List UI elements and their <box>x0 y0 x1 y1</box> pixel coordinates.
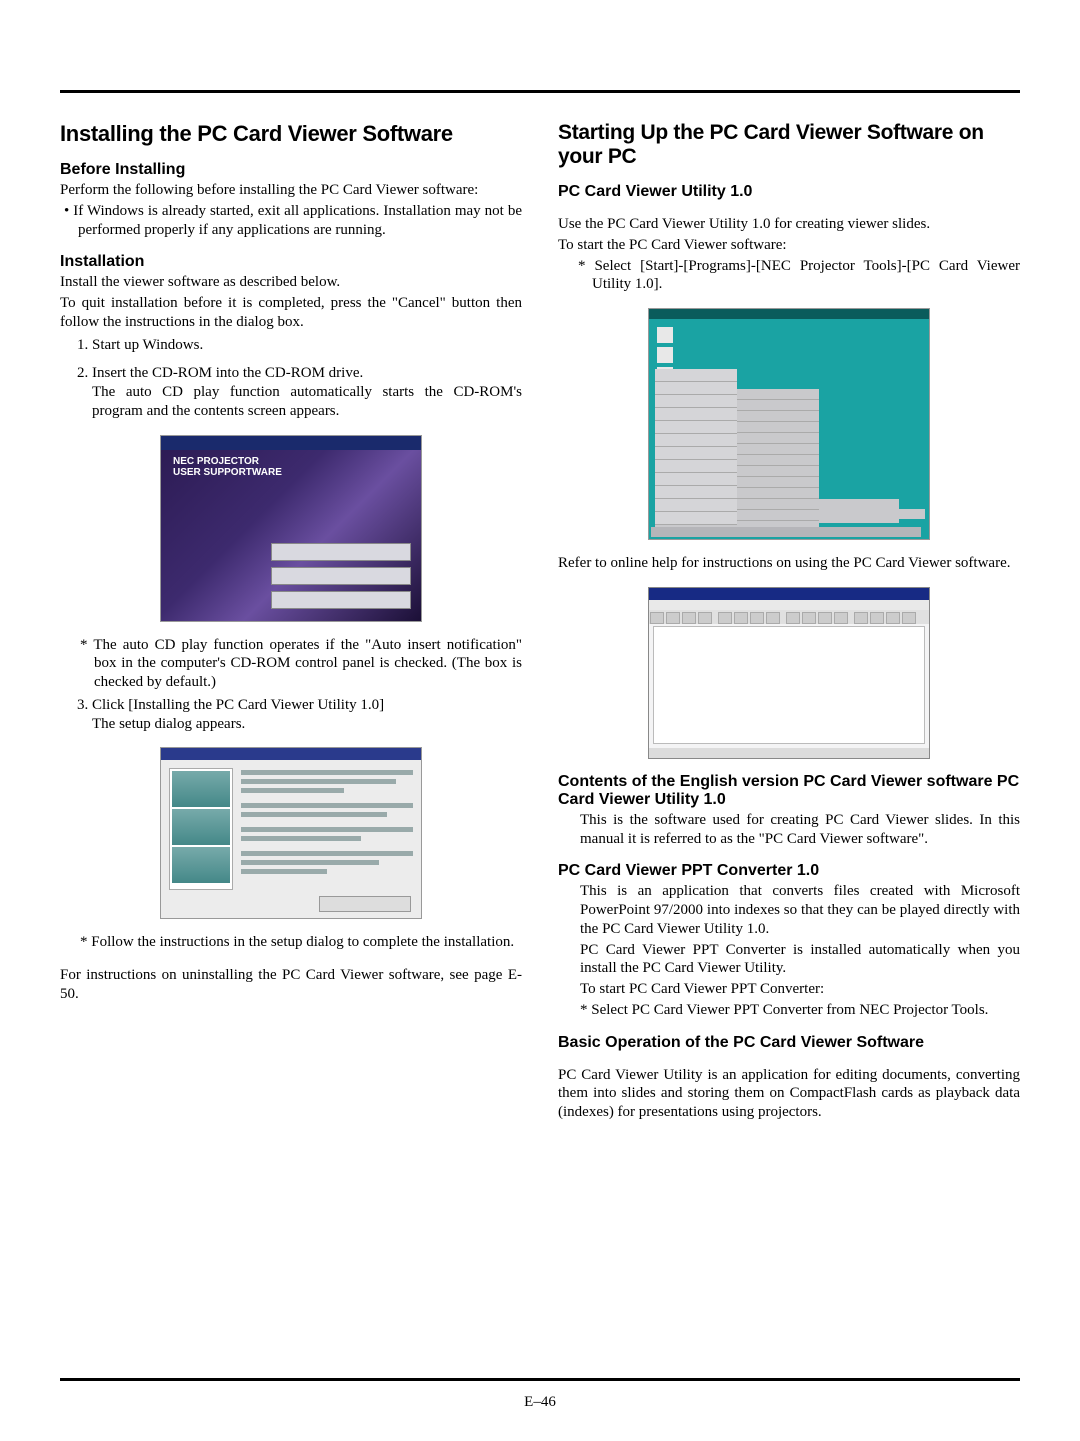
subheading-contents: Contents of the English version PC Card … <box>558 773 1020 809</box>
note-follow-setup: * Follow the instructions in the setup d… <box>60 933 522 952</box>
rule-bottom <box>60 1378 1020 1381</box>
before-bullet-1: If Windows is already started, exit all … <box>78 202 522 240</box>
heading-starting: Starting Up the PC Card Viewer Software … <box>558 121 1020 169</box>
ppt-star: * Select PC Card Viewer PPT Converter fr… <box>580 1001 1020 1020</box>
subheading-ppt: PC Card Viewer PPT Converter 1.0 <box>558 862 1020 880</box>
right-column: Starting Up the PC Card Viewer Software … <box>558 121 1020 1124</box>
right-star1: * Select [Start]-[Programs]-[NEC Project… <box>558 257 1020 295</box>
before-intro: Perform the following before installing … <box>60 181 522 200</box>
subheading-installation: Installation <box>60 253 522 271</box>
ppt-p3: To start PC Card Viewer PPT Converter: <box>580 980 1020 999</box>
figure-viewer-window <box>648 587 930 759</box>
note-follow-setup-text: Follow the instructions in the setup dia… <box>91 934 514 950</box>
ppt-p1: This is an application that converts fil… <box>580 882 1020 938</box>
note-autoplay: * The auto CD play function operates if … <box>60 636 522 692</box>
fig1-line2: USER SUPPORTWARE <box>173 467 282 478</box>
heading-installing: Installing the PC Card Viewer Software <box>60 121 522 147</box>
fig1-line1: NEC PROJECTOR <box>173 456 259 467</box>
install-p1: Install the viewer software as described… <box>60 273 522 292</box>
step-2a: Insert the CD-ROM into the CD-ROM drive. <box>92 365 363 381</box>
ppt-p2: PC Card Viewer PPT Converter is installe… <box>580 941 1020 979</box>
step-2b: The auto CD play function automatically … <box>92 384 522 419</box>
figure-supportware-screenshot: NEC PROJECTOR USER SUPPORTWARE <box>160 435 422 622</box>
rule-top <box>60 90 1020 93</box>
right-star1-text: Select [Start]-[Programs]-[NEC Projector… <box>592 258 1020 293</box>
note-autoplay-text: The auto CD play function operates if th… <box>93 637 522 691</box>
step-1: Start up Windows. <box>92 337 203 353</box>
subheading-before: Before Installing <box>60 161 522 179</box>
left-column: Installing the PC Card Viewer Software B… <box>60 121 522 1124</box>
subheading-utility: PC Card Viewer Utility 1.0 <box>558 183 1020 201</box>
step-3a: Click [Installing the PC Card Viewer Uti… <box>92 697 384 713</box>
page-number: E–46 <box>0 1394 1080 1411</box>
install-p2: To quit installation before it is comple… <box>60 294 522 332</box>
basic-text: PC Card Viewer Utility is an application… <box>558 1066 1020 1122</box>
uninstall-reference: For instructions on uninstalling the PC … <box>60 966 522 1004</box>
figure-start-menu <box>648 308 930 540</box>
step-3b: The setup dialog appears. <box>92 716 245 732</box>
help-reference: Refer to online help for instructions on… <box>558 554 1020 573</box>
contents-text: This is the software used for creating P… <box>558 811 1020 849</box>
figure-setup-dialog <box>160 747 422 919</box>
subheading-basic-op: Basic Operation of the PC Card Viewer So… <box>558 1034 1020 1052</box>
ppt-star-text: Select PC Card Viewer PPT Converter from… <box>591 1002 988 1018</box>
right-p2: To start the PC Card Viewer software: <box>558 236 1020 255</box>
right-p1: Use the PC Card Viewer Utility 1.0 for c… <box>558 215 1020 234</box>
